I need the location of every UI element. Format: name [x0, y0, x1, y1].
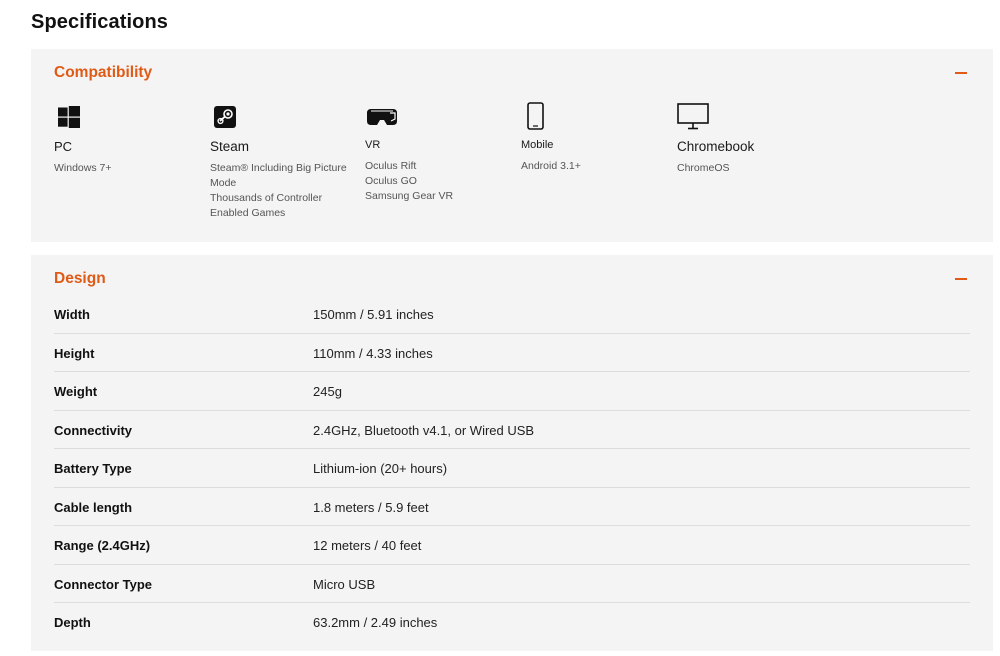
spec-value: Micro USB — [313, 576, 376, 592]
spec-row-weight: Weight 245g — [54, 372, 970, 411]
minus-icon — [955, 72, 967, 74]
minus-icon — [955, 278, 967, 280]
platform-detail-line: Android 3.1+ — [521, 160, 581, 172]
compatibility-panel: Compatibility PC Windows 7+ Steam Steam®… — [31, 49, 993, 242]
spec-label: Height — [54, 345, 95, 361]
platform-pc: PC Windows 7+ — [54, 104, 204, 176]
platform-detail-line: Samsung Gear VR — [365, 190, 454, 202]
steam-icon — [210, 104, 360, 132]
spec-row-connectivity: Connectivity 2.4GHz, Bluetooth v4.1, or … — [54, 411, 970, 449]
platform-name: Mobile — [521, 139, 554, 151]
compatibility-grid: PC Windows 7+ Steam Steam® Including Big… — [54, 102, 970, 234]
monitor-icon — [677, 103, 827, 132]
spec-row-width: Width 150mm / 5.91 inches — [54, 295, 970, 334]
platform-details: Steam® Including Big Picture Mode Thousa… — [210, 161, 360, 221]
spec-value: Lithium-ion (20+ hours) — [313, 461, 448, 476]
platform-name: PC — [54, 139, 73, 154]
spec-row-battery-type: Battery Type Lithium-ion (20+ hours) — [54, 449, 970, 488]
spec-row-cable-length: Cable length 1.8 meters / 5.9 feet — [54, 488, 970, 526]
platform-mobile: Mobile Android 3.1+ — [521, 102, 671, 174]
platform-details: Android 3.1+ — [521, 159, 671, 174]
windows-icon — [54, 104, 204, 132]
compatibility-header[interactable]: Compatibility — [54, 63, 970, 83]
compatibility-title: Compatibility — [54, 64, 153, 81]
design-collapse-button[interactable] — [952, 270, 970, 288]
platform-name: VR — [365, 139, 381, 151]
spec-value: 1.8 meters / 5.9 feet — [313, 499, 429, 515]
design-header[interactable]: Design — [54, 269, 970, 289]
platform-details: Windows 7+ — [54, 161, 204, 176]
spec-value: 110mm / 4.33 inches — [313, 345, 433, 361]
platform-chromebook: Chromebook ChromeOS — [677, 103, 827, 176]
vr-headset-icon — [365, 104, 515, 132]
page-title: Specifications — [31, 11, 168, 33]
platform-detail-line: Thousands of Controller — [210, 192, 323, 204]
spec-value: 150mm / 5.91 inches — [313, 307, 434, 322]
platform-name: Chromebook — [677, 139, 755, 154]
spec-label: Width — [54, 307, 90, 322]
spec-label: Connector Type — [54, 576, 152, 592]
platform-detail-line: Oculus Rift — [365, 160, 417, 172]
spec-value: 2.4GHz, Bluetooth v4.1, or Wired USB — [313, 422, 535, 438]
spec-row-depth: Depth 63.2mm / 2.49 inches — [54, 603, 970, 641]
design-spec-table: Width 150mm / 5.91 inches Height 110mm /… — [54, 295, 970, 641]
platform-detail-line: Steam® Including Big Picture — [210, 162, 347, 174]
design-title: Design — [54, 270, 106, 287]
platform-detail-line: Oculus GO — [365, 175, 417, 187]
spec-label: Battery Type — [54, 461, 132, 476]
platform-detail-line: Mode — [210, 177, 237, 189]
platform-name: Steam — [210, 139, 250, 154]
spec-row-height: Height 110mm / 4.33 inches — [54, 334, 970, 372]
spec-label: Depth — [54, 615, 91, 630]
compatibility-collapse-button[interactable] — [952, 64, 970, 82]
spec-value: 245g — [313, 384, 342, 399]
spec-label: Weight — [54, 384, 98, 399]
spec-row-range: Range (2.4GHz) 12 meters / 40 feet — [54, 526, 970, 565]
design-panel: Design Width 150mm / 5.91 inches Height … — [31, 255, 993, 651]
spec-value: 12 meters / 40 feet — [313, 538, 422, 553]
platform-vr: VR Oculus Rift Oculus GO Samsung Gear VR — [365, 104, 515, 204]
platform-detail-line: Enabled Games — [210, 207, 286, 219]
platform-detail-line: ChromeOS — [677, 162, 730, 174]
spec-value: 63.2mm / 2.49 inches — [313, 615, 438, 630]
spec-label: Connectivity — [54, 422, 133, 438]
smartphone-icon — [521, 102, 671, 132]
spec-label: Cable length — [54, 499, 133, 515]
spec-row-connector-type: Connector Type Micro USB — [54, 565, 970, 603]
spec-label: Range (2.4GHz) — [54, 538, 151, 553]
platform-detail-line: Windows 7+ — [54, 162, 112, 174]
platform-details: Oculus Rift Oculus GO Samsung Gear VR — [365, 159, 515, 204]
platform-steam: Steam Steam® Including Big Picture Mode … — [210, 104, 360, 221]
platform-details: ChromeOS — [677, 161, 827, 176]
